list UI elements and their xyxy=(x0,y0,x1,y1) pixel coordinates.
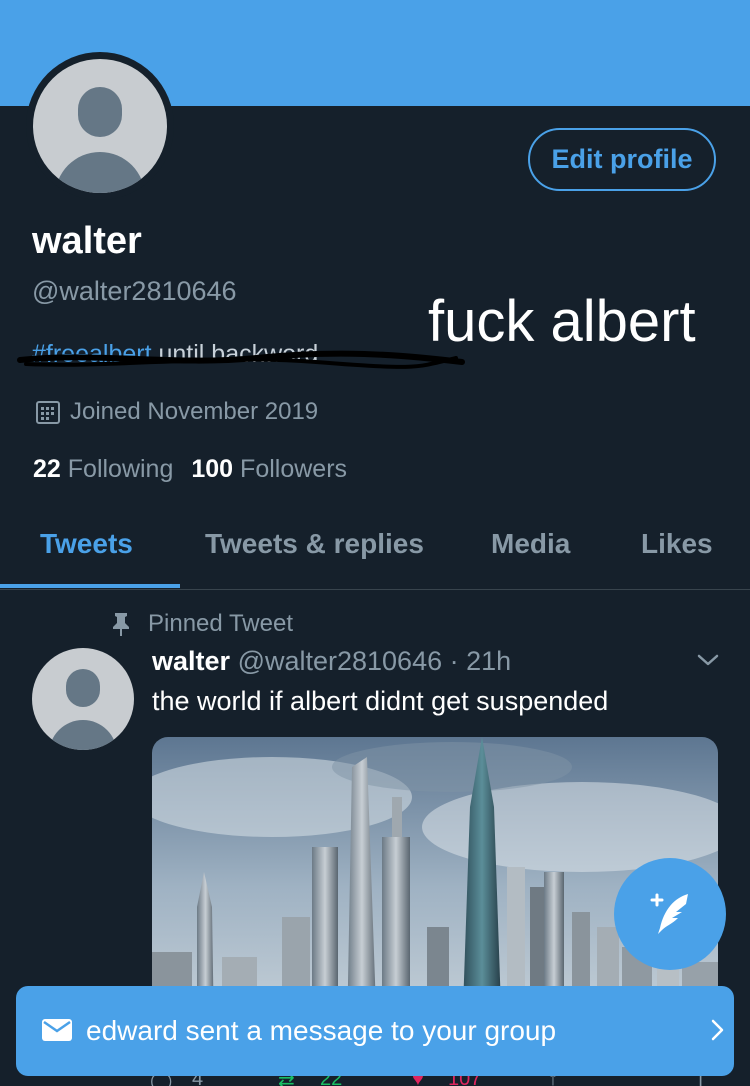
followers-link[interactable]: 100 Followers xyxy=(191,455,347,483)
edit-profile-button[interactable]: Edit profile xyxy=(528,128,716,191)
pinned-tweet-label: Pinned Tweet xyxy=(110,610,293,638)
profile-handle: @walter2810646 xyxy=(32,276,237,306)
tab-media[interactable]: Media xyxy=(491,528,570,560)
followers-count: 100 xyxy=(191,455,234,483)
calendar-icon xyxy=(36,401,60,424)
pin-icon xyxy=(113,613,129,636)
toast-message: edward sent a message to your group xyxy=(86,1015,557,1046)
follow-stats: 22 Following 100 Followers xyxy=(33,455,347,484)
profile-tabs: Tweets Tweets & replies Media Likes xyxy=(0,510,750,590)
following-label: Following xyxy=(67,455,174,483)
avatar-head xyxy=(66,669,100,707)
avatar-body xyxy=(55,152,145,193)
following-count: 22 xyxy=(33,455,61,483)
tweet-author[interactable]: walter xyxy=(152,646,230,676)
avatar-head xyxy=(78,87,122,137)
compose-tweet-icon xyxy=(650,893,688,934)
tweet-header: walter @walter2810646 · 21h xyxy=(152,646,511,677)
followers-label: Followers xyxy=(240,455,348,483)
profile-avatar[interactable] xyxy=(33,59,167,193)
mail-icon xyxy=(42,1019,72,1041)
tab-likes[interactable]: Likes xyxy=(641,528,713,560)
pinned-text: Pinned Tweet xyxy=(148,610,293,637)
message-notification-toast[interactable]: edward sent a message to your group xyxy=(16,986,734,1076)
profile-name: walter xyxy=(32,220,142,262)
joined-label: Joined November 2019 xyxy=(70,398,319,425)
compose-tweet-button[interactable] xyxy=(614,858,726,970)
active-tab-indicator xyxy=(0,584,180,588)
chevron-down-icon[interactable] xyxy=(696,650,720,670)
tweet-text: the world if albert didnt get suspended xyxy=(152,686,609,716)
overlay-caption: fuck albert xyxy=(428,289,696,354)
joined-date: Joined November 2019 xyxy=(34,398,318,426)
following-link[interactable]: 22 Following xyxy=(33,455,173,483)
avatar-body xyxy=(49,720,117,750)
tab-tweets-replies[interactable]: Tweets & replies xyxy=(205,528,424,560)
tab-tweets[interactable]: Tweets xyxy=(40,528,133,560)
tweet-meta: @walter2810646 · 21h xyxy=(237,646,512,676)
scribble-strike xyxy=(17,350,465,369)
tweet-avatar[interactable] xyxy=(32,648,134,750)
chevron-right-icon xyxy=(711,1019,724,1041)
